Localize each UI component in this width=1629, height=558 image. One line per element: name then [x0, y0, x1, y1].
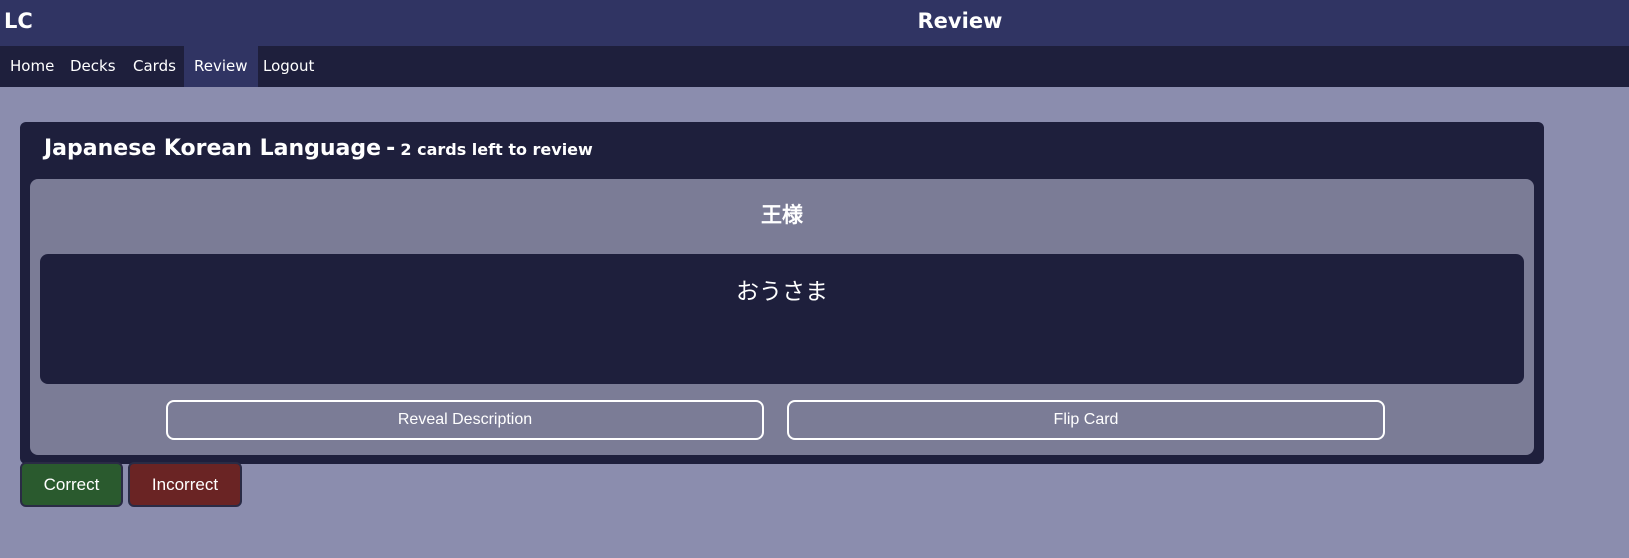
- nav-item-cards[interactable]: Cards: [123, 46, 186, 87]
- nav-bar: Home Decks Cards Review Logout: [0, 46, 1629, 87]
- page-title: Review: [917, 9, 1003, 33]
- incorrect-button[interactable]: Incorrect: [128, 462, 242, 507]
- deck-title: Japanese Korean Language - 2 cards left …: [44, 136, 593, 161]
- correct-button[interactable]: Correct: [20, 462, 123, 507]
- flip-card-button[interactable]: Flip Card: [787, 400, 1385, 440]
- cards-remaining: 2 cards left to review: [400, 140, 593, 159]
- nav-item-home[interactable]: Home: [0, 46, 64, 87]
- card-back-panel: おうさま: [40, 254, 1524, 384]
- top-bar: LC Review: [0, 0, 1629, 46]
- deck-title-separator: -: [386, 136, 396, 161]
- deck-name: Japanese Korean Language: [44, 136, 382, 161]
- flashcard: 王様 おうさま Reveal Description Flip Card: [30, 179, 1534, 455]
- reveal-description-button[interactable]: Reveal Description: [166, 400, 764, 440]
- nav-item-review[interactable]: Review: [184, 46, 258, 87]
- card-front-text: 王様: [761, 203, 803, 227]
- nav-item-logout[interactable]: Logout: [253, 46, 324, 87]
- card-back-text: おうさま: [736, 279, 828, 305]
- review-panel: Japanese Korean Language - 2 cards left …: [20, 122, 1544, 464]
- nav-item-decks[interactable]: Decks: [60, 46, 126, 87]
